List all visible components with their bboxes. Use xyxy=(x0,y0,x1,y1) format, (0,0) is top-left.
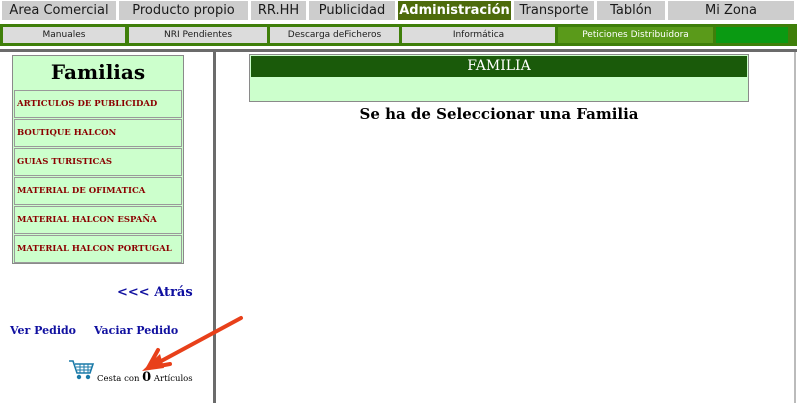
sub-nav-nri-pendientes[interactable]: NRI Pendientes xyxy=(129,27,267,43)
top-nav: Area Comercial Producto propio RR.HH Pub… xyxy=(0,0,797,21)
sub-nav-peticiones-distribuidora[interactable]: Peticiones Distribuidora xyxy=(558,27,713,43)
sub-nav-descarga-ficheros[interactable]: Descarga deFicheros xyxy=(270,27,399,43)
families-list: Familias ARTICULOS DE PUBLICIDAD BOUTIQU… xyxy=(12,55,184,264)
sub-nav-extra[interactable] xyxy=(716,27,788,43)
top-nav-publicidad[interactable]: Publicidad xyxy=(309,1,395,20)
family-item-boutique-halcon[interactable]: BOUTIQUE HALCON xyxy=(14,119,182,147)
family-item-material-ofimatica[interactable]: MATERIAL DE OFIMATICA xyxy=(14,177,182,205)
top-nav-tablon[interactable]: Tablón xyxy=(597,1,665,20)
shopping-cart-icon[interactable] xyxy=(68,358,96,382)
back-link[interactable]: <<< Atrás xyxy=(117,285,193,300)
family-item-articulos-publicidad[interactable]: ARTICULOS DE PUBLICIDAD xyxy=(14,90,182,118)
top-nav-mi-zona[interactable]: Mi Zona xyxy=(668,1,794,20)
family-item-guias-turisticas[interactable]: GUIAS TURISTICAS xyxy=(14,148,182,176)
frame-edge-right xyxy=(794,52,796,403)
sub-nav-manuales[interactable]: Manuales xyxy=(3,27,125,43)
sub-nav-informatica[interactable]: Informática xyxy=(402,27,555,43)
top-nav-administracion[interactable]: Administración xyxy=(398,1,511,20)
top-nav-area-comercial[interactable]: Area Comercial xyxy=(2,1,116,20)
top-nav-transporte[interactable]: Transporte xyxy=(514,1,594,20)
select-family-message: Se ha de Seleccionar una Familia xyxy=(359,105,639,123)
family-item-material-halcon-espana[interactable]: MATERIAL HALCON ESPAÑA xyxy=(14,206,182,234)
family-panel: FAMILIA xyxy=(249,54,749,102)
top-nav-producto-propio[interactable]: Producto propio xyxy=(119,1,248,20)
family-item-material-halcon-portugal[interactable]: MATERIAL HALCON PORTUGAL xyxy=(14,235,182,263)
top-nav-rrhh[interactable]: RR.HH xyxy=(251,1,306,20)
family-panel-header: FAMILIA xyxy=(251,56,747,77)
view-order-link[interactable]: Ver Pedido xyxy=(10,324,76,337)
families-title: Familias xyxy=(50,60,146,84)
frame-divider-horizontal xyxy=(0,49,797,52)
red-arrow-icon xyxy=(142,316,243,371)
